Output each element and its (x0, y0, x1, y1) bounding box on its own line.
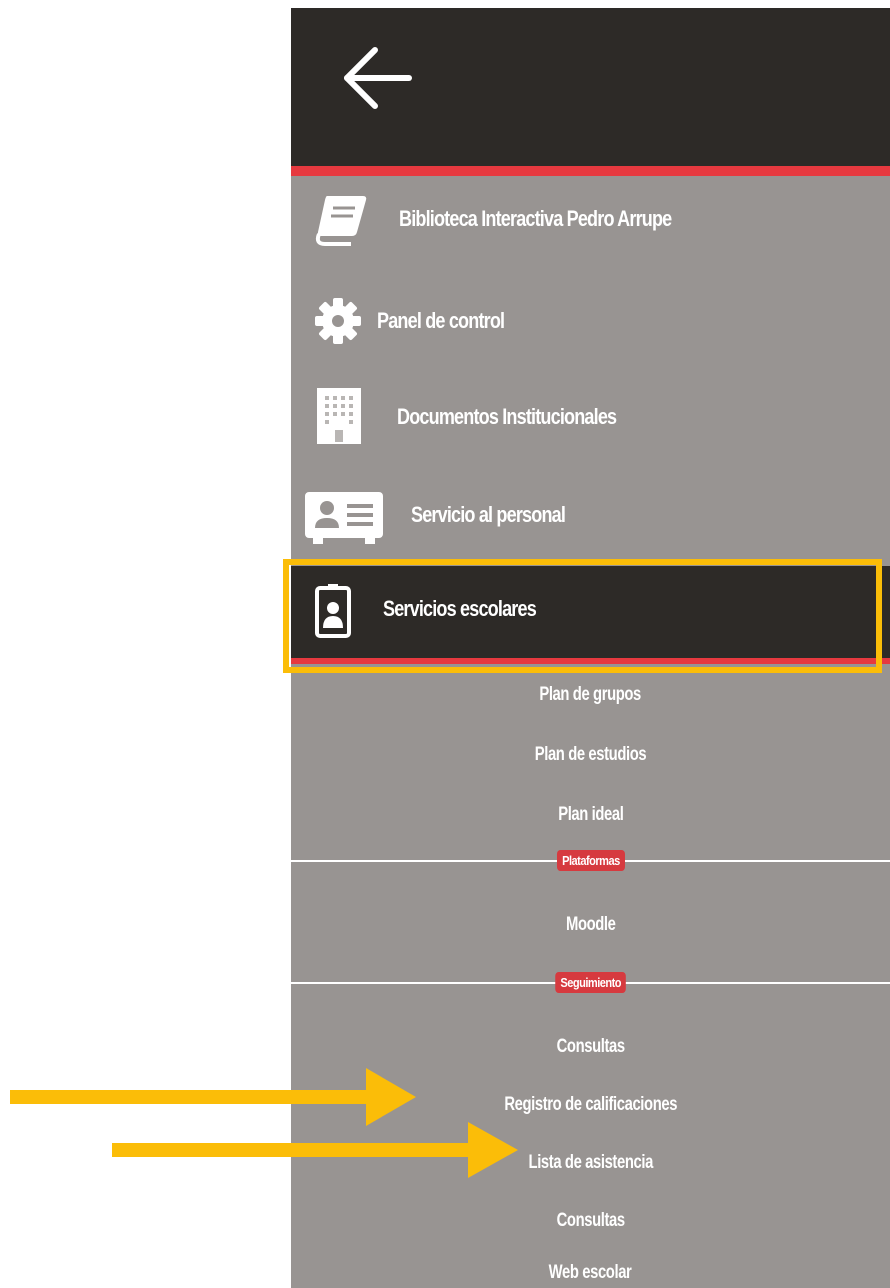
menu-item-servicio-personal[interactable]: Servicio al personal (291, 476, 890, 554)
badge-icon (313, 582, 353, 642)
menu-item-biblioteca[interactable]: Biblioteca Interactiva Pedro Arrupe (291, 180, 890, 258)
active-accent-stripe (291, 658, 890, 664)
gear-icon (313, 296, 363, 346)
id-card-icon (303, 486, 385, 546)
arrow-left-icon (344, 47, 412, 109)
link-plan-de-estudios[interactable]: Plan de estudios (291, 744, 890, 766)
link-moodle[interactable]: Moodle (291, 914, 890, 936)
menu-label-panel-control: Panel de control (377, 308, 505, 333)
section-badge-seguimiento: Seguimiento (291, 972, 890, 993)
menu-header (291, 8, 890, 166)
menu-label-servicio-personal: Servicio al personal (411, 502, 566, 527)
menu-item-servicios-escolares[interactable]: Servicios escolares (291, 566, 890, 658)
link-plan-ideal[interactable]: Plan ideal (291, 804, 890, 826)
link-consultas[interactable]: Consultas (291, 1036, 890, 1058)
menu-item-documentos[interactable]: Documentos Institucionales (291, 378, 890, 456)
link-web-escolar[interactable]: Web escolar (291, 1262, 890, 1284)
link-plan-de-grupos[interactable]: Plan de grupos (291, 684, 890, 706)
section-badge-plataformas: Plataformas (291, 850, 890, 871)
annotation-arrow-icon (112, 1122, 518, 1178)
link-consultas-2[interactable]: Consultas (291, 1210, 890, 1232)
menu-item-panel-control[interactable]: Panel de control (291, 282, 890, 360)
building-icon (313, 386, 369, 446)
annotation-arrow-icon (10, 1068, 416, 1126)
menu-label-servicios-escolares: Servicios escolares (383, 596, 537, 621)
book-icon (311, 190, 375, 246)
menu-label-documentos: Documentos Institucionales (397, 404, 617, 429)
menu-label-biblioteca: Biblioteca Interactiva Pedro Arrupe (399, 206, 672, 231)
header-accent-stripe (291, 166, 890, 176)
back-button[interactable] (335, 36, 419, 120)
